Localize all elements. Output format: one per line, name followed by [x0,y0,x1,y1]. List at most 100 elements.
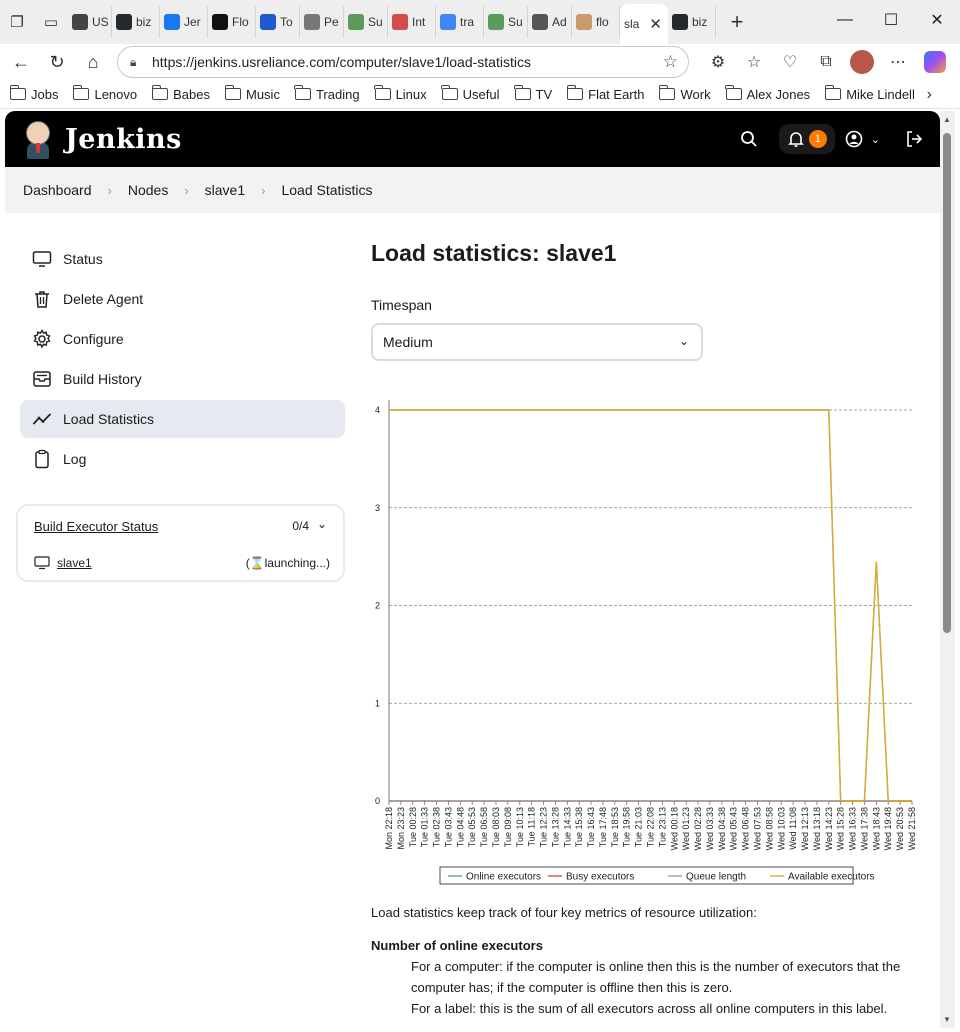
us-favicon [72,14,88,30]
minimize-button[interactable]: — [822,0,868,40]
close-window-button[interactable]: ✕ [914,0,960,40]
x-tick-label: Wed 14:23 [824,807,834,850]
home-button[interactable]: ⌂ [75,44,111,80]
breadcrumb-slave1[interactable]: slave1 [205,182,245,198]
bookmark-label: Flat Earth [588,86,645,102]
page-scrollbar[interactable]: ▲ ▼ [940,111,955,1028]
chevron-right-icon: › [107,182,112,198]
bookmarks-overflow-icon[interactable]: › [927,86,932,104]
browser-tab[interactable]: tra [436,6,484,38]
gear-icon [33,329,51,349]
bookmark-folder[interactable]: Linux [374,85,427,102]
bookmark-folder[interactable]: Flat Earth [566,85,645,102]
user-icon [845,130,863,148]
x-tick-label: Wed 20:53 [895,807,905,850]
sidebar-item-load-statistics[interactable]: Load Statistics [20,400,345,438]
browser-tab-label: flo [596,15,609,29]
timespan-select[interactable]: Medium ⌄ [371,323,703,361]
browser-tab[interactable]: US [68,6,112,38]
notifications-button[interactable]: 1 [778,124,835,154]
url-field[interactable]: 🔒︎ https://jenkins.usreliance.com/comput… [117,46,689,78]
jenkins-header: Jenkins 1 ⌄ [5,111,940,167]
refresh-button[interactable]: ↻ [39,44,75,80]
x-tick-label: Wed 12:13 [800,807,810,850]
browser-tab[interactable]: Ad [528,6,572,38]
browser-tab-label: biz [136,15,152,29]
sidebar: Status Delete Agent Configure Build Hist… [20,240,345,480]
bookmark-folder[interactable]: TV [514,85,552,102]
browser-essentials-icon[interactable]: ♡ [772,52,808,72]
bookmark-folder[interactable]: Useful [441,85,500,102]
jenkins-title[interactable]: Jenkins [65,124,182,155]
bookmark-folder[interactable]: Jobs [9,85,58,102]
browser-tab[interactable]: Jer [160,6,208,38]
browser-tab[interactable]: Flo [208,6,256,38]
browser-tab[interactable]: biz [668,6,716,38]
x-tick-label: Wed 07:53 [752,807,762,850]
collapse-chevron-icon[interactable]: ⌄ [317,517,327,531]
breadcrumb-dashboard[interactable]: Dashboard [23,182,92,198]
sidebar-item-build-history[interactable]: Build History [20,360,345,398]
bookmark-folder[interactable]: Music [224,85,280,102]
sidebar-item-status[interactable]: Status [20,240,345,278]
folder-icon [441,85,458,100]
profile-avatar[interactable] [850,50,874,74]
browser-tab[interactable]: biz [112,6,160,38]
browser-tab[interactable]: sla ✕ [620,4,668,44]
breadcrumb-load-statistics[interactable]: Load Statistics [281,182,372,198]
folder-icon [224,85,241,100]
sidebar-item-delete-agent[interactable]: Delete Agent [20,280,345,318]
close-tab-icon[interactable]: ✕ [649,15,662,33]
scroll-down-icon[interactable]: ▼ [943,1015,951,1024]
bookmark-label: Linux [395,86,427,102]
jenkins-logo[interactable] [23,119,53,159]
maximize-button[interactable]: ☐ [868,0,914,40]
sidebar-item-label: Log [63,451,87,467]
github-icon [672,14,688,30]
logout-icon[interactable] [894,119,934,159]
x-tick-label: Tue 09:08 [503,807,513,847]
browser-tab[interactable]: To [256,6,300,38]
extensions-icon[interactable]: ⚙ [700,52,736,72]
monitor-icon [32,251,52,267]
copilot-icon[interactable] [924,51,946,73]
browser-tab[interactable]: Su [484,6,528,38]
bookmark-folder[interactable]: Trading [294,85,360,102]
bookmark-folder[interactable]: Lenovo [72,85,137,102]
search-icon[interactable] [729,119,769,159]
more-menu-icon[interactable]: ⋯ [880,52,916,72]
chevron-right-icon: › [261,182,266,198]
collections-icon[interactable]: ⧉ [808,53,844,71]
bookmark-folder[interactable]: Work [658,85,711,102]
x-tick-label: Wed 05:43 [729,807,739,850]
bookmark-folder[interactable]: Mike Lindell [824,85,915,102]
browser-tab[interactable]: Su [344,6,388,38]
sidebar-item-configure[interactable]: Configure [20,320,345,358]
y-tick-label: 3 [375,503,380,513]
x-tick-label: Tue 18:53 [610,807,620,847]
bluetooth-icon [260,14,276,30]
back-button[interactable]: ← [3,44,39,80]
url-text: https://jenkins.usreliance.com/computer/… [152,54,531,70]
workspaces-icon[interactable]: ❐ [0,5,34,39]
x-tick-label: Mon 23:23 [396,807,406,850]
build-executor-status-link[interactable]: Build Executor Status [34,519,158,534]
user-menu-button[interactable]: ⌄ [845,130,880,148]
sidebar-item-label: Status [63,251,103,267]
description-intro: Load statistics keep track of four key m… [371,905,757,920]
bookmark-folder[interactable]: Alex Jones [725,85,810,102]
openai-icon [212,14,228,30]
new-tab-button[interactable]: + [722,7,752,37]
favorite-star-icon[interactable]: ☆ [663,52,678,72]
bookmark-folder[interactable]: Babes [151,85,210,102]
browser-tab[interactable]: Pe [300,6,344,38]
scrollbar-thumb[interactable] [943,133,951,633]
breadcrumb-nodes[interactable]: Nodes [128,182,168,198]
scroll-up-icon[interactable]: ▲ [943,115,951,124]
favorites-icon[interactable]: ☆ [736,52,772,72]
sidebar-item-log[interactable]: Log [20,440,345,478]
browser-tab[interactable]: Int [388,6,436,38]
executor-node-link[interactable]: slave1 [57,556,92,570]
browser-tab[interactable]: flo [572,6,620,38]
tab-actions-icon[interactable]: ▭ [34,5,68,39]
